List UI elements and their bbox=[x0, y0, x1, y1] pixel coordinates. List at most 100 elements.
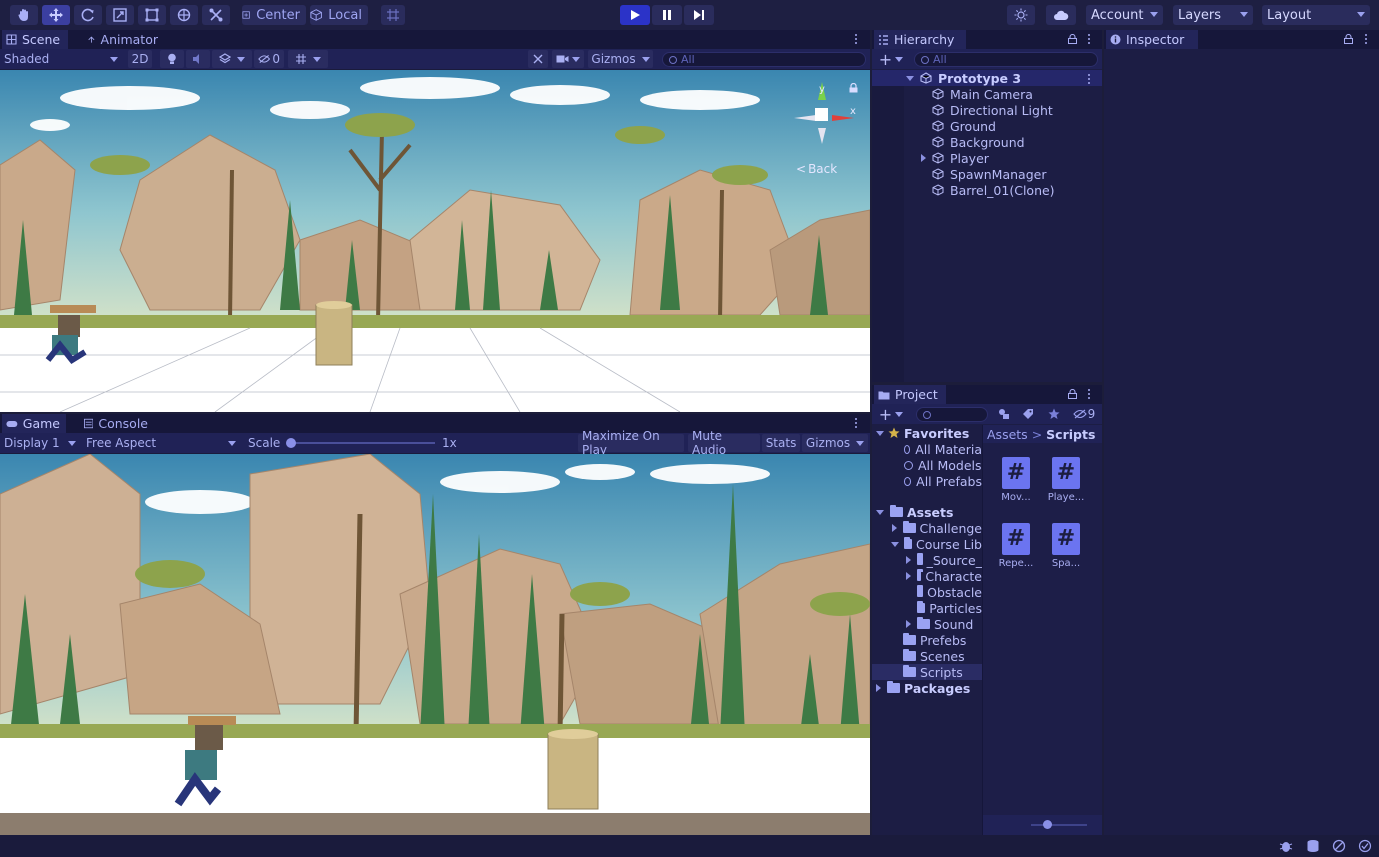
auto-generate-lighting-icon[interactable] bbox=[1332, 839, 1346, 853]
favorite-all-models[interactable]: All Models bbox=[904, 457, 982, 473]
hierarchy-item-barrel[interactable]: Barrel_01(Clone) bbox=[932, 182, 1055, 198]
2d-toggle-button[interactable]: 2D bbox=[128, 50, 152, 68]
chevron-right-icon[interactable] bbox=[906, 620, 911, 628]
audio-toggle-button[interactable] bbox=[186, 50, 210, 68]
move-tool-button[interactable] bbox=[42, 5, 70, 25]
search-by-type-button[interactable] bbox=[994, 405, 1014, 423]
tab-console[interactable]: Console bbox=[80, 414, 154, 433]
space-local-button[interactable]: Local bbox=[310, 5, 368, 25]
cloud-button[interactable] bbox=[1046, 5, 1076, 25]
scene-gizmos-dropdown[interactable]: Gizmos bbox=[588, 50, 653, 68]
folder-obstacles[interactable]: Obstacle bbox=[917, 584, 982, 600]
pivot-center-button[interactable]: Center bbox=[242, 5, 306, 25]
lock-icon[interactable] bbox=[1068, 389, 1077, 399]
lighting-toggle-button[interactable] bbox=[160, 50, 184, 68]
inspector-menu-icon[interactable] bbox=[1365, 34, 1368, 46]
favorites-filter-button[interactable] bbox=[1044, 405, 1064, 423]
tab-project[interactable]: Project bbox=[874, 385, 946, 404]
scene-root-menu-icon[interactable] bbox=[1088, 74, 1091, 86]
lock-icon[interactable] bbox=[1344, 34, 1353, 44]
project-create-button[interactable]: + bbox=[876, 405, 906, 424]
tab-inspector[interactable]: Inspector bbox=[1106, 30, 1198, 49]
scene-viewport[interactable]: y x < Back bbox=[0, 70, 870, 412]
icon-size-slider-track[interactable] bbox=[1031, 824, 1087, 826]
script-asset[interactable]: # Playe... bbox=[1046, 457, 1086, 503]
folder-scenes[interactable]: Scenes bbox=[903, 648, 982, 664]
grid-dropdown[interactable] bbox=[288, 50, 328, 68]
chevron-right-icon[interactable] bbox=[876, 684, 881, 692]
favorite-all-materials[interactable]: All Materia bbox=[904, 441, 982, 457]
aspect-dropdown[interactable]: Free Aspect bbox=[82, 434, 240, 452]
folder-sound[interactable]: Sound bbox=[906, 616, 982, 632]
assets-root[interactable]: Assets bbox=[876, 504, 953, 520]
grid-snapping-button[interactable] bbox=[381, 5, 405, 25]
hierarchy-item-main-camera[interactable]: Main Camera bbox=[932, 86, 1033, 102]
pause-button[interactable] bbox=[652, 5, 682, 25]
display-dropdown[interactable]: Display 1 bbox=[0, 434, 80, 452]
hierarchy-item-spawnmanager[interactable]: SpawnManager bbox=[932, 166, 1046, 182]
lock-icon[interactable] bbox=[849, 83, 858, 93]
game-viewport[interactable] bbox=[0, 454, 870, 835]
hierarchy-menu-icon[interactable] bbox=[1088, 34, 1091, 46]
debug-bug-icon[interactable] bbox=[1279, 839, 1293, 853]
scene-root-item[interactable]: Prototype 3 bbox=[906, 70, 1021, 86]
chevron-right-icon[interactable] bbox=[892, 524, 897, 532]
chevron-right-icon[interactable] bbox=[921, 154, 926, 162]
game-gizmos-dropdown[interactable]: Gizmos bbox=[802, 434, 868, 452]
hierarchy-item-background[interactable]: Background bbox=[932, 134, 1025, 150]
shading-mode-dropdown[interactable]: Shaded bbox=[0, 50, 122, 68]
script-asset[interactable]: # Mov... bbox=[996, 457, 1036, 503]
scale-tool-button[interactable] bbox=[106, 5, 134, 25]
breadcrumb-scripts[interactable]: Scripts bbox=[1046, 427, 1095, 442]
hierarchy-search-input[interactable]: All bbox=[914, 52, 1098, 67]
custom-tools-button[interactable] bbox=[202, 5, 230, 25]
chevron-right-icon[interactable] bbox=[906, 556, 911, 564]
scene-search-input[interactable]: All bbox=[662, 52, 866, 67]
gizmo-back-label[interactable]: < Back bbox=[796, 162, 837, 176]
effects-dropdown[interactable] bbox=[212, 50, 252, 68]
folder-characters[interactable]: Characte bbox=[906, 568, 982, 584]
step-button[interactable] bbox=[684, 5, 714, 25]
hierarchy-item-player[interactable]: Player bbox=[921, 150, 989, 166]
collab-button[interactable] bbox=[1007, 5, 1035, 25]
rect-tool-button[interactable] bbox=[138, 5, 166, 25]
search-by-label-button[interactable] bbox=[1018, 405, 1038, 423]
play-button[interactable] bbox=[620, 5, 650, 25]
breadcrumb-assets[interactable]: Assets bbox=[987, 427, 1028, 442]
transform-tool-button[interactable] bbox=[170, 5, 198, 25]
tab-animator[interactable]: Animator bbox=[84, 30, 164, 49]
lock-icon[interactable] bbox=[1068, 34, 1077, 44]
rotate-tool-button[interactable] bbox=[74, 5, 102, 25]
scale-slider-handle[interactable] bbox=[286, 438, 296, 448]
layout-dropdown[interactable]: Layout bbox=[1262, 5, 1370, 25]
hand-tool-button[interactable] bbox=[10, 5, 38, 25]
create-button[interactable]: + bbox=[876, 50, 906, 69]
layers-dropdown[interactable]: Layers bbox=[1173, 5, 1253, 25]
scene-menu-icon[interactable] bbox=[855, 34, 858, 46]
camera-settings-dropdown[interactable] bbox=[552, 50, 584, 68]
folder-course-library[interactable]: Course Lib bbox=[891, 536, 982, 552]
favorite-all-prefabs[interactable]: All Prefabs bbox=[904, 473, 982, 489]
hierarchy-item-directional-light[interactable]: Directional Light bbox=[932, 102, 1053, 118]
project-menu-icon[interactable] bbox=[1088, 389, 1091, 401]
checkmark-circle-icon[interactable] bbox=[1358, 839, 1372, 853]
game-menu-icon[interactable] bbox=[855, 418, 858, 430]
scale-slider-track[interactable] bbox=[290, 442, 435, 444]
folder-scripts[interactable]: Scripts bbox=[903, 664, 982, 680]
maximize-on-play-toggle[interactable]: Maximize On Play bbox=[578, 429, 684, 457]
hidden-objects-toggle[interactable]: 0 bbox=[254, 50, 284, 68]
scene-tools-button[interactable] bbox=[528, 50, 548, 68]
tab-scene[interactable]: Scene bbox=[2, 30, 68, 49]
script-asset[interactable]: # Spa... bbox=[1046, 523, 1086, 569]
project-search-input[interactable] bbox=[916, 407, 988, 422]
tab-game[interactable]: Game bbox=[2, 414, 66, 433]
hierarchy-item-ground[interactable]: Ground bbox=[932, 118, 996, 134]
stats-toggle[interactable]: Stats bbox=[762, 434, 800, 452]
script-asset[interactable]: # Repe... bbox=[996, 523, 1036, 569]
chevron-right-icon[interactable] bbox=[906, 572, 911, 580]
packages-root[interactable]: Packages bbox=[876, 680, 970, 696]
folder-source[interactable]: _Source_ bbox=[906, 552, 982, 568]
tab-hierarchy[interactable]: Hierarchy bbox=[874, 30, 966, 49]
mute-audio-toggle[interactable]: Mute Audio bbox=[688, 429, 760, 457]
project-hidden-toggle[interactable]: 9 bbox=[1068, 405, 1100, 423]
